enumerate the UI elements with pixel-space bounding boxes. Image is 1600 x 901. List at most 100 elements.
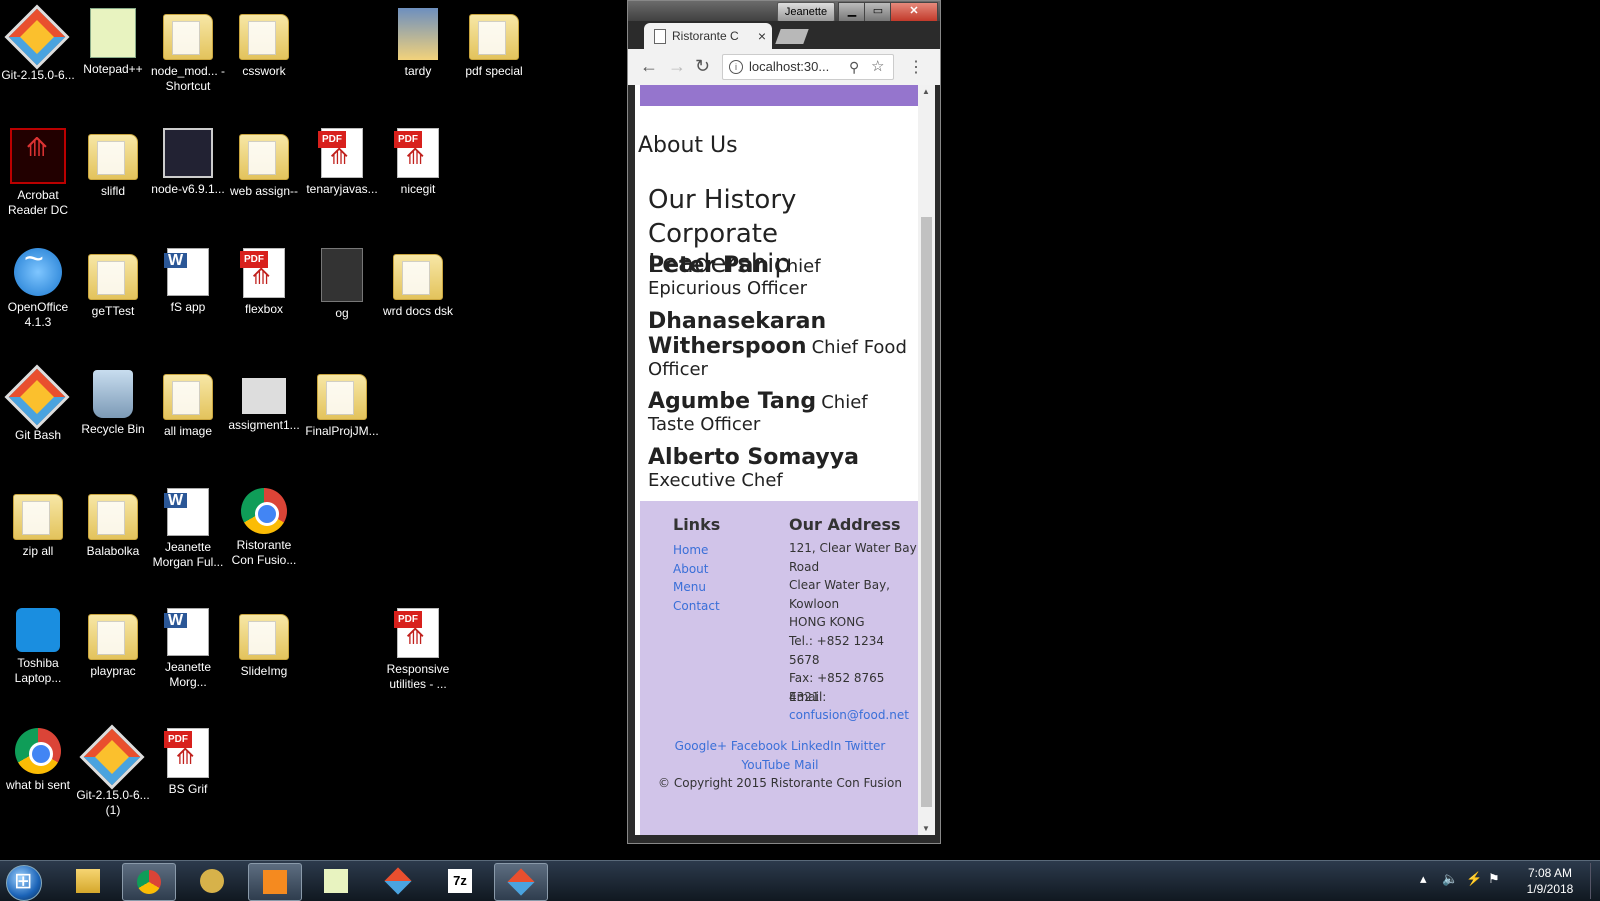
chrome-icon: [137, 870, 161, 894]
folder-icon: [88, 134, 138, 180]
desktop-icon-zip-all[interactable]: zip all: [0, 488, 76, 559]
profile-button[interactable]: Jeanette: [777, 2, 835, 22]
taskbar-7zip[interactable]: 7z: [434, 863, 486, 899]
desktop-icon-csswork[interactable]: csswork: [226, 8, 302, 79]
desktop-icon-assigment1[interactable]: assigment1...: [226, 368, 302, 433]
desktop-icon-recycle-bin[interactable]: Recycle Bin: [75, 368, 151, 437]
taskbar-git[interactable]: [372, 863, 424, 899]
chrome-window: Jeanette ▁ ▭ ✕ Ristorante C × ← → ↻ i lo…: [627, 0, 941, 844]
desktop-icon-ristorante[interactable]: Ristorante Con Fusio...: [226, 488, 302, 568]
desktop-icon-balabolka[interactable]: Balabolka: [75, 488, 151, 559]
desktop-icon-fs-app[interactable]: fS app: [150, 248, 226, 315]
tab-close-icon[interactable]: ×: [758, 23, 766, 49]
minimize-button[interactable]: ▁: [838, 2, 866, 22]
footer-link-home[interactable]: Home: [673, 543, 708, 557]
address-heading: Our Address: [789, 515, 901, 534]
desktop-icon-git[interactable]: Git-2.15.0-6...: [0, 4, 76, 83]
taskbar-balabolka[interactable]: [186, 863, 238, 899]
photo-icon: [398, 8, 438, 60]
desktop-icon-pdf-special[interactable]: pdf special: [456, 8, 532, 79]
desktop-icon-notepad[interactable]: Notepad++: [75, 8, 151, 77]
vertical-scrollbar[interactable]: ▲ ▼: [918, 85, 935, 835]
desktop-icon-jeanette-morg[interactable]: Jeanette Morg...: [150, 608, 226, 690]
bookmark-star-icon[interactable]: ☆: [871, 55, 884, 79]
desktop-icon-flexbox[interactable]: flexbox: [226, 248, 302, 317]
taskbar-clock[interactable]: 7:08 AM 1/9/2018: [1510, 865, 1590, 897]
desktop-icon-acrobat[interactable]: Acrobat Reader DC: [0, 128, 76, 218]
desktop-icon-og[interactable]: og: [304, 248, 380, 321]
taskbar-chrome[interactable]: [122, 863, 176, 901]
new-tab-button[interactable]: [775, 29, 809, 44]
desktop-icon-tenaryjavas[interactable]: tenaryjavas...: [304, 128, 380, 197]
taskbar-git-bash[interactable]: [494, 863, 548, 901]
power-icon[interactable]: ⚡: [1466, 871, 1482, 887]
zoom-icon[interactable]: ⚲: [849, 55, 859, 79]
desktop-icon-gettest[interactable]: geTTest: [75, 248, 151, 319]
close-window-button[interactable]: ✕: [890, 2, 938, 22]
footer-link-about[interactable]: About: [673, 562, 708, 576]
desktop-icon-finalproj[interactable]: FinalProjJM...: [304, 368, 380, 439]
desktop-icon-playprac[interactable]: playprac: [75, 608, 151, 679]
pdf-icon: [240, 248, 285, 298]
window-titlebar[interactable]: Jeanette ▁ ▭ ✕: [628, 1, 940, 23]
chrome-icon: [241, 488, 287, 534]
maximize-button[interactable]: ▭: [864, 2, 892, 22]
reload-icon[interactable]: ↻: [695, 56, 710, 77]
footer-link-menu[interactable]: Menu: [673, 580, 706, 594]
toshiba-icon: [16, 608, 60, 652]
desktop-icon-node-installer[interactable]: node-v6.9.1...: [150, 128, 226, 197]
start-button[interactable]: [6, 865, 42, 901]
email-link[interactable]: confusion@food.net: [789, 706, 917, 725]
folder-icon: [88, 614, 138, 660]
desktop-icon-nicegit[interactable]: nicegit: [380, 128, 456, 197]
openoffice-icon: [14, 248, 62, 296]
desktop-icon-web-assign[interactable]: web assign--: [226, 128, 302, 199]
desktop-icon-slifld[interactable]: slifld: [75, 128, 151, 199]
desktop-icon-all-image[interactable]: all image: [150, 368, 226, 439]
back-arrow-icon[interactable]: ←: [640, 56, 658, 77]
info-icon[interactable]: i: [729, 60, 743, 74]
desktop-icon-tardy[interactable]: tardy: [380, 8, 456, 79]
scroll-up-icon[interactable]: ▲: [922, 87, 930, 96]
footer-link-contact[interactable]: Contact: [673, 599, 720, 613]
desktop-icon-git-copy[interactable]: Git-2.15.0-6... (1): [75, 724, 151, 818]
show-hidden-icons-icon[interactable]: ▴: [1420, 871, 1427, 887]
recycle-bin-icon: [93, 370, 133, 418]
leader-item: Alberto Somayya Executive Chef: [648, 445, 910, 491]
desktop-icon-wrd-docs[interactable]: wrd docs dsk: [380, 248, 456, 319]
desktop-icon-slideimg[interactable]: SlideImg: [226, 608, 302, 679]
git-icon: [4, 364, 70, 430]
action-center-icon[interactable]: ⚑: [1488, 871, 1500, 887]
folder-icon: [239, 14, 289, 60]
pdf-icon: [318, 128, 363, 178]
close-icon: ✕: [909, 5, 919, 17]
kebab-menu-icon[interactable]: ⋮: [908, 57, 924, 77]
show-desktop-button[interactable]: [1590, 863, 1599, 899]
word-doc-icon: [164, 608, 209, 656]
desktop-icon-responsive-utilities[interactable]: Responsive utilities - ...: [380, 608, 456, 692]
address-bar[interactable]: i localhost:30... ⚲ ☆: [722, 54, 894, 80]
copyright-text: © Copyright 2015 Ristorante Con Fusion: [658, 776, 902, 790]
desktop-icon-openoffice[interactable]: OpenOffice 4.1.3: [0, 248, 76, 330]
social-links[interactable]: Google+ Facebook LinkedIn Twitter YouTub…: [650, 737, 910, 774]
clock-time: 7:08 AM: [1527, 866, 1573, 880]
desktop-icon-what-bi-sent[interactable]: what bi sent: [0, 728, 76, 793]
word-doc-icon: [164, 488, 209, 536]
page-footer: Links Home About Menu Contact Our Addres…: [640, 501, 918, 835]
taskbar-sublime[interactable]: [248, 863, 302, 901]
page-viewport[interactable]: About Us Our History Corporate Leadershi…: [635, 85, 918, 835]
scroll-down-icon[interactable]: ▼: [922, 824, 930, 833]
scrollbar-thumb[interactable]: [921, 217, 932, 807]
desktop-icon-toshiba[interactable]: Toshiba Laptop...: [0, 608, 76, 686]
desktop-icon-jeanette-full[interactable]: Jeanette Morgan Ful...: [150, 488, 226, 570]
forward-arrow-icon[interactable]: →: [668, 56, 686, 77]
breadcrumb-bar: [640, 85, 918, 106]
notepad-plus-icon: [324, 869, 348, 893]
volume-icon[interactable]: 🔈: [1442, 871, 1458, 887]
taskbar-notepad-plus[interactable]: [310, 863, 362, 899]
tab-ristorante[interactable]: Ristorante C ×: [644, 23, 772, 49]
desktop-icon-bs-grif[interactable]: BS Grif: [150, 728, 226, 797]
taskbar-explorer[interactable]: [62, 863, 114, 899]
desktop-icon-git-bash[interactable]: Git Bash: [0, 364, 76, 443]
desktop-icon-node-modules[interactable]: node_mod... - Shortcut: [150, 8, 226, 94]
